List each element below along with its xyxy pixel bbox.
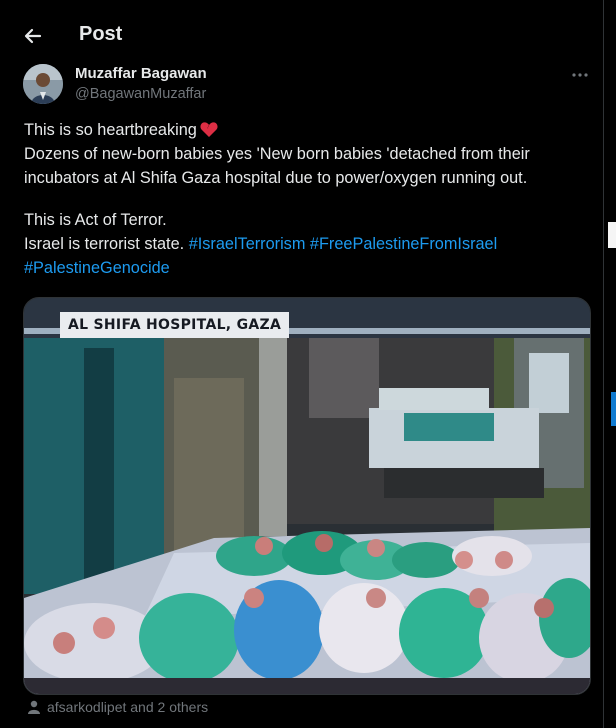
author-handle[interactable]: @BagawanMuzaffar: [75, 86, 206, 102]
post-line: This is Act of Terror.: [24, 211, 167, 229]
arrow-left-icon: [24, 28, 42, 44]
avatar-icon: [28, 700, 40, 714]
page-title: Post: [79, 23, 123, 45]
back-button[interactable]: [20, 23, 46, 49]
hospital-photo: [24, 298, 590, 694]
post-line-text: This is so heartbreaking: [24, 121, 197, 139]
hashtag-link[interactable]: #FreePalestineFromIsrael: [310, 235, 497, 253]
post-text: This is so heartbreaking Dozens of new-b…: [24, 118, 594, 280]
more-dots-icon: [572, 73, 588, 77]
post-header: Post: [0, 10, 603, 60]
post-line-text: Israel is terrorist state.: [24, 235, 185, 253]
liked-by-text: afsarkodlipet and 2 others: [47, 699, 209, 715]
post-line: #PalestineGenocide: [24, 256, 594, 280]
post-line: Dozens of new-born babies yes 'New born …: [24, 145, 530, 163]
avatar-image: [23, 64, 63, 104]
post-line: incubators at Al Shifa Gaza hospital due…: [24, 169, 528, 187]
tv-caption: AL SHIFA HOSPITAL, GAZA: [60, 312, 290, 338]
post-image[interactable]: AL SHIFA HOSPITAL, GAZA: [23, 297, 591, 695]
avatar[interactable]: [23, 64, 63, 104]
broken-heart-icon: [200, 122, 218, 137]
hashtag-link[interactable]: #IsraelTerrorism: [189, 235, 306, 253]
side-panel-accent: [611, 392, 616, 426]
author-name[interactable]: Muzaffar Bagawan: [75, 65, 207, 82]
hashtag-link[interactable]: #PalestineGenocide: [24, 259, 170, 277]
side-panel-edge: [608, 222, 616, 248]
liked-by[interactable]: afsarkodlipet and 2 others: [28, 697, 208, 717]
more-button[interactable]: [568, 66, 592, 84]
post-line: This is so heartbreaking: [24, 118, 594, 142]
post-page: Post Muzaffar Bagawan @BagawanMuzaffar T…: [0, 0, 604, 728]
post-line: Israel is terrorist state. #IsraelTerror…: [24, 232, 594, 256]
